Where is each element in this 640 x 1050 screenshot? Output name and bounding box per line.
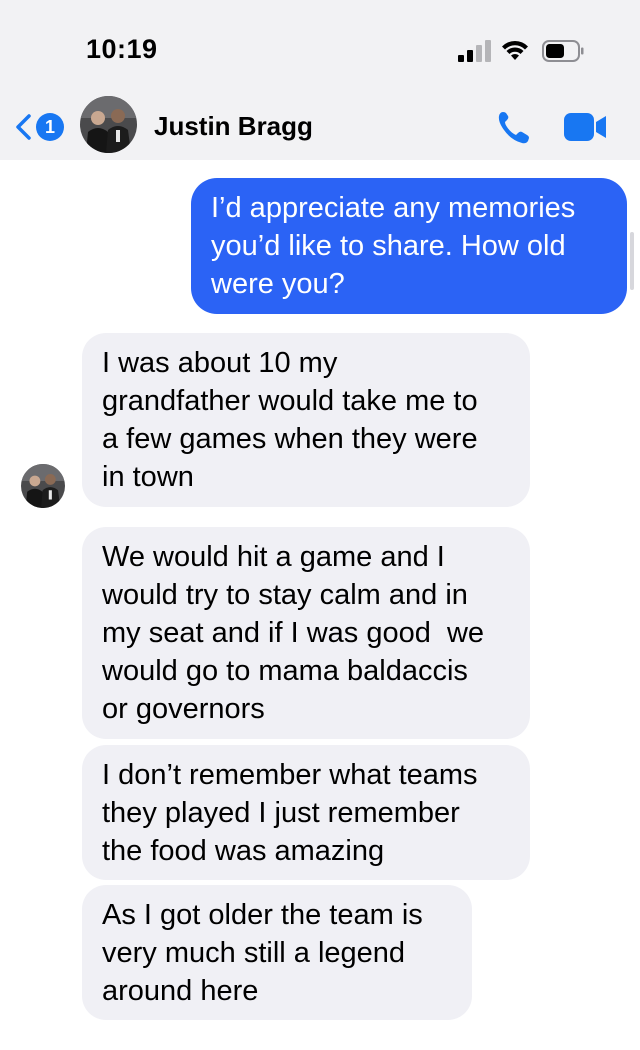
message-line: were you? — [211, 268, 345, 300]
message-line: in town — [102, 461, 194, 493]
message-line: or governors — [102, 693, 265, 725]
message-line: very much still a legend — [102, 937, 406, 969]
status-time: 10:19 — [86, 34, 158, 64]
message-line: grandfather would take me to — [102, 385, 478, 417]
message-line: they played I just remember — [102, 797, 460, 829]
conversation-header: 1 Justin Bragg — [0, 95, 640, 160]
avatar-photo — [21, 464, 65, 508]
incoming-message[interactable]: I was about 10 my grandfather would take… — [82, 333, 530, 507]
contact-name[interactable]: Justin Bragg — [154, 111, 313, 142]
phone-icon[interactable] — [496, 109, 532, 145]
message-line: you’d like to share. How old — [211, 230, 566, 262]
status-bar: 10:19 — [0, 0, 640, 95]
cellular-signal-icon — [458, 40, 491, 62]
unread-count-badge: 1 — [36, 113, 64, 141]
scroll-indicator[interactable] — [630, 232, 634, 290]
message-line: would try to stay calm and in — [102, 579, 468, 611]
sender-avatar[interactable] — [21, 464, 65, 508]
message-line: I don’t remember what teams — [102, 759, 478, 791]
incoming-message[interactable]: I don’t remember what teams they played … — [82, 745, 530, 880]
chevron-left-icon — [16, 114, 31, 140]
message-line: around here — [102, 975, 259, 1007]
video-camera-icon[interactable] — [563, 111, 607, 143]
incoming-message[interactable]: As I got older the team is very much sti… — [82, 885, 472, 1020]
contact-avatar[interactable] — [80, 96, 137, 153]
message-line: a few games when they were — [102, 423, 478, 455]
incoming-message[interactable]: We would hit a game and I would try to s… — [82, 527, 530, 739]
message-line: would go to mama baldaccis — [102, 655, 468, 687]
avatar-photo — [80, 96, 137, 153]
message-line: I’d appreciate any memories — [211, 192, 576, 224]
message-line: As I got older the team is — [102, 899, 423, 931]
back-button[interactable]: 1 — [14, 110, 64, 144]
outgoing-message[interactable]: I’d appreciate any memories you’d like t… — [191, 178, 627, 314]
message-line: my seat and if I was good we — [102, 617, 485, 649]
message-line: We would hit a game and I — [102, 541, 445, 573]
wifi-icon — [502, 40, 528, 60]
battery-icon — [542, 40, 584, 62]
message-line: the food was amazing — [102, 835, 385, 867]
message-line: I was about 10 my — [102, 347, 338, 379]
